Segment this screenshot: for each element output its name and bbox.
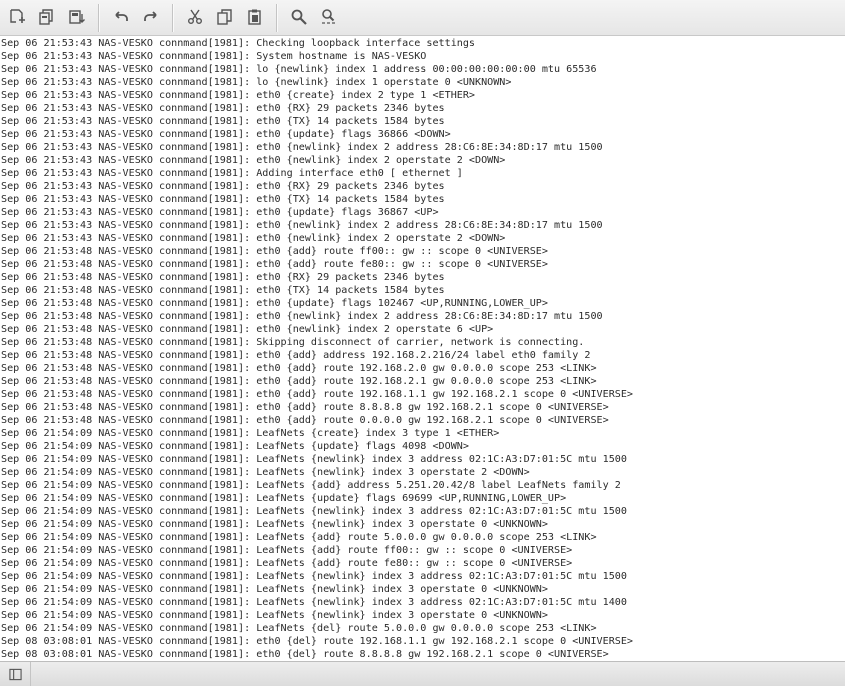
log-line: Sep 06 21:54:09 NAS-VESKO connmand[1981]… — [1, 623, 597, 634]
log-line: Sep 06 21:53:43 NAS-VESKO connmand[1981]… — [1, 155, 506, 166]
log-line: Sep 06 21:53:48 NAS-VESKO connmand[1981]… — [1, 311, 603, 322]
log-line: Sep 06 21:53:43 NAS-VESKO connmand[1981]… — [1, 168, 463, 179]
log-line: Sep 06 21:54:09 NAS-VESKO connmand[1981]… — [1, 519, 548, 530]
log-line: Sep 06 21:53:43 NAS-VESKO connmand[1981]… — [1, 103, 445, 114]
log-line: Sep 06 21:53:48 NAS-VESKO connmand[1981]… — [1, 376, 597, 387]
search-icon[interactable] — [288, 6, 310, 28]
log-text-view[interactable]: Sep 06 21:53:43 NAS-VESKO connmand[1981]… — [0, 37, 845, 661]
log-line: Sep 06 21:53:48 NAS-VESKO connmand[1981]… — [1, 298, 548, 309]
log-line: Sep 06 21:53:48 NAS-VESKO connmand[1981]… — [1, 324, 494, 335]
log-line: Sep 06 21:53:48 NAS-VESKO connmand[1981]… — [1, 246, 548, 257]
log-line: Sep 06 21:54:09 NAS-VESKO connmand[1981]… — [1, 454, 627, 465]
log-line: Sep 06 21:54:09 NAS-VESKO connmand[1981]… — [1, 610, 548, 621]
log-line: Sep 06 21:54:09 NAS-VESKO connmand[1981]… — [1, 532, 597, 543]
log-line: Sep 06 21:53:48 NAS-VESKO connmand[1981]… — [1, 285, 445, 296]
toolbar-separator — [98, 4, 100, 32]
log-line: Sep 06 21:53:48 NAS-VESKO connmand[1981]… — [1, 402, 609, 413]
log-line: Sep 06 21:53:48 NAS-VESKO connmand[1981]… — [1, 389, 634, 400]
log-line: Sep 06 21:53:43 NAS-VESKO connmand[1981]… — [1, 90, 476, 101]
copy-document-icon[interactable] — [36, 6, 58, 28]
toolbar — [0, 0, 845, 36]
log-line: Sep 06 21:53:43 NAS-VESKO connmand[1981]… — [1, 129, 451, 140]
log-line: Sep 06 21:54:09 NAS-VESKO connmand[1981]… — [1, 441, 469, 452]
log-line: Sep 06 21:53:43 NAS-VESKO connmand[1981]… — [1, 77, 512, 88]
undo-icon[interactable] — [110, 6, 132, 28]
log-line: Sep 06 21:53:48 NAS-VESKO connmand[1981]… — [1, 272, 445, 283]
log-line: Sep 06 21:53:43 NAS-VESKO connmand[1981]… — [1, 233, 506, 244]
log-line: Sep 06 21:53:48 NAS-VESKO connmand[1981]… — [1, 415, 609, 426]
log-line: Sep 06 21:54:09 NAS-VESKO connmand[1981]… — [1, 558, 573, 569]
log-line: Sep 06 21:53:43 NAS-VESKO connmand[1981]… — [1, 207, 439, 218]
log-line: Sep 06 21:53:48 NAS-VESKO connmand[1981]… — [1, 363, 597, 374]
log-line: Sep 06 21:54:09 NAS-VESKO connmand[1981]… — [1, 571, 627, 582]
status-bar — [0, 661, 845, 686]
log-line: Sep 06 21:54:09 NAS-VESKO connmand[1981]… — [1, 428, 500, 439]
log-line: Sep 06 21:54:09 NAS-VESKO connmand[1981]… — [1, 467, 530, 478]
log-line: Sep 06 21:54:09 NAS-VESKO connmand[1981]… — [1, 480, 621, 491]
log-line: Sep 06 21:53:48 NAS-VESKO connmand[1981]… — [1, 350, 591, 361]
paste-icon[interactable] — [244, 6, 266, 28]
cut-icon[interactable] — [184, 6, 206, 28]
search-replace-icon[interactable] — [318, 6, 340, 28]
log-line: Sep 06 21:54:09 NAS-VESKO connmand[1981]… — [1, 493, 567, 504]
log-line: Sep 06 21:54:09 NAS-VESKO connmand[1981]… — [1, 597, 627, 608]
log-line: Sep 08 03:08:01 NAS-VESKO connmand[1981]… — [1, 636, 634, 647]
open-file-icon[interactable] — [6, 6, 28, 28]
toolbar-separator — [276, 4, 278, 32]
log-line: Sep 06 21:53:43 NAS-VESKO connmand[1981]… — [1, 142, 603, 153]
log-line: Sep 06 21:53:48 NAS-VESKO connmand[1981]… — [1, 337, 585, 348]
log-line: Sep 06 21:53:43 NAS-VESKO connmand[1981]… — [1, 64, 597, 75]
log-line: Sep 06 21:54:09 NAS-VESKO connmand[1981]… — [1, 506, 627, 517]
toolbar-separator — [172, 4, 174, 32]
log-line: Sep 06 21:53:43 NAS-VESKO connmand[1981]… — [1, 181, 445, 192]
log-line: Sep 06 21:54:09 NAS-VESKO connmand[1981]… — [1, 545, 573, 556]
log-line: Sep 06 21:53:43 NAS-VESKO connmand[1981]… — [1, 51, 427, 62]
log-line: Sep 06 21:53:43 NAS-VESKO connmand[1981]… — [1, 116, 445, 127]
log-line: Sep 08 03:08:01 NAS-VESKO connmand[1981]… — [1, 649, 609, 660]
log-line: Sep 06 21:53:43 NAS-VESKO connmand[1981]… — [1, 38, 476, 49]
save-document-icon[interactable] — [66, 6, 88, 28]
log-line: Sep 06 21:53:48 NAS-VESKO connmand[1981]… — [1, 259, 548, 270]
log-line: Sep 06 21:54:09 NAS-VESKO connmand[1981]… — [1, 584, 548, 595]
redo-icon[interactable] — [140, 6, 162, 28]
log-line: Sep 06 21:53:43 NAS-VESKO connmand[1981]… — [1, 194, 445, 205]
copy-icon[interactable] — [214, 6, 236, 28]
log-line: Sep 06 21:53:43 NAS-VESKO connmand[1981]… — [1, 220, 603, 231]
side-panel-icon[interactable] — [0, 662, 31, 686]
